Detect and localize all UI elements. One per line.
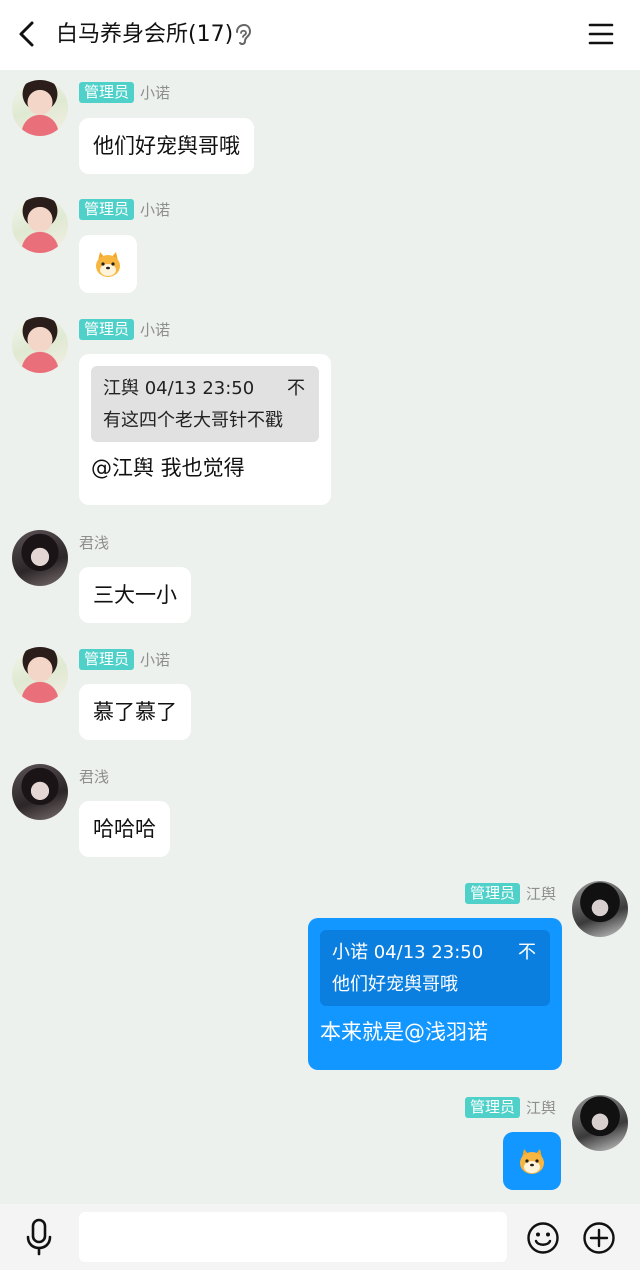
avatar[interactable] bbox=[572, 881, 628, 937]
admin-badge: 管理员 bbox=[79, 648, 135, 670]
chat-header: 白马养身会所(17) bbox=[0, 0, 640, 70]
chat-title[interactable]: 白马养身会所(17) bbox=[56, 19, 233, 51]
admin-badge: 管理员 bbox=[79, 318, 135, 340]
message-meta: 管理员 小诺 bbox=[79, 81, 170, 103]
message-text: 三大一小 bbox=[93, 583, 177, 607]
quote-collapse[interactable]: 不 bbox=[287, 376, 305, 402]
message-text: 哈哈哈 bbox=[93, 817, 156, 841]
sender-name: 君浅 bbox=[79, 767, 110, 786]
reply-message-bubble[interactable]: 小诺 04/13 23:50 他们好宠舆哥哦 不 本来就是@浅羽诺 bbox=[308, 918, 562, 1070]
avatar[interactable] bbox=[12, 80, 68, 136]
sender-name: 江舆 bbox=[525, 884, 556, 903]
message-input[interactable] bbox=[79, 1212, 507, 1262]
avatar[interactable] bbox=[12, 764, 68, 820]
message-text: @江舆 我也觉得 bbox=[91, 456, 245, 480]
sender-name: 小诺 bbox=[140, 83, 171, 102]
quote-text: 有这四个老大哥针不戳 bbox=[103, 410, 283, 431]
sticker-message[interactable] bbox=[79, 235, 137, 293]
input-bar bbox=[0, 1204, 640, 1270]
reply-message-bubble[interactable]: 江舆 04/13 23:50 有这四个老大哥针不戳 不 @江舆 我也觉得 bbox=[79, 354, 331, 505]
menu-icon[interactable] bbox=[586, 18, 616, 50]
message-bubble[interactable]: 三大一小 bbox=[79, 567, 191, 623]
message-meta: 管理员 小诺 bbox=[79, 318, 170, 340]
sticker-message[interactable] bbox=[503, 1132, 561, 1190]
quote-text: 他们好宠舆哥哦 bbox=[332, 974, 458, 995]
message-meta: 管理员 小诺 bbox=[79, 198, 170, 220]
quote-header: 小诺 04/13 23:50 bbox=[332, 942, 484, 963]
message-bubble[interactable]: 哈哈哈 bbox=[79, 801, 170, 857]
quote-header: 江舆 04/13 23:50 bbox=[103, 378, 255, 399]
avatar[interactable] bbox=[572, 1095, 628, 1151]
admin-badge: 管理员 bbox=[464, 1096, 520, 1118]
avatar[interactable] bbox=[12, 317, 68, 373]
sender-name: 小诺 bbox=[140, 200, 171, 219]
message-meta: 君浅 bbox=[79, 765, 109, 787]
ear-icon[interactable] bbox=[232, 23, 254, 47]
emoji-icon[interactable] bbox=[526, 1221, 560, 1255]
message-bubble[interactable]: 慕了慕了 bbox=[79, 684, 191, 740]
avatar[interactable] bbox=[12, 647, 68, 703]
quoted-message[interactable]: 小诺 04/13 23:50 他们好宠舆哥哦 不 bbox=[320, 930, 550, 1006]
message-text: 他们好宠舆哥哦 bbox=[93, 134, 240, 158]
sender-name: 小诺 bbox=[140, 320, 171, 339]
message-bubble[interactable]: 他们好宠舆哥哦 bbox=[79, 118, 254, 174]
message-meta: 管理员 江舆 bbox=[464, 882, 556, 904]
admin-badge: 管理员 bbox=[464, 882, 520, 904]
message-meta: 君浅 bbox=[79, 531, 109, 553]
sender-name: 小诺 bbox=[140, 650, 171, 669]
quoted-message[interactable]: 江舆 04/13 23:50 有这四个老大哥针不戳 不 bbox=[91, 366, 319, 442]
avatar[interactable] bbox=[12, 197, 68, 253]
quote-collapse[interactable]: 不 bbox=[518, 940, 536, 966]
doge-emoji-icon bbox=[520, 1149, 544, 1174]
plus-icon[interactable] bbox=[582, 1221, 616, 1255]
avatar[interactable] bbox=[12, 530, 68, 586]
back-arrow-icon[interactable] bbox=[12, 18, 44, 50]
message-meta: 管理员 江舆 bbox=[464, 1096, 556, 1118]
admin-badge: 管理员 bbox=[79, 81, 135, 103]
sender-name: 君浅 bbox=[79, 533, 110, 552]
microphone-icon[interactable] bbox=[22, 1217, 56, 1257]
message-text: 本来就是@浅羽诺 bbox=[320, 1020, 488, 1044]
message-meta: 管理员 小诺 bbox=[79, 648, 170, 670]
doge-emoji-icon bbox=[96, 252, 120, 277]
admin-badge: 管理员 bbox=[79, 198, 135, 220]
sender-name: 江舆 bbox=[525, 1098, 556, 1117]
message-text: 慕了慕了 bbox=[93, 700, 177, 724]
